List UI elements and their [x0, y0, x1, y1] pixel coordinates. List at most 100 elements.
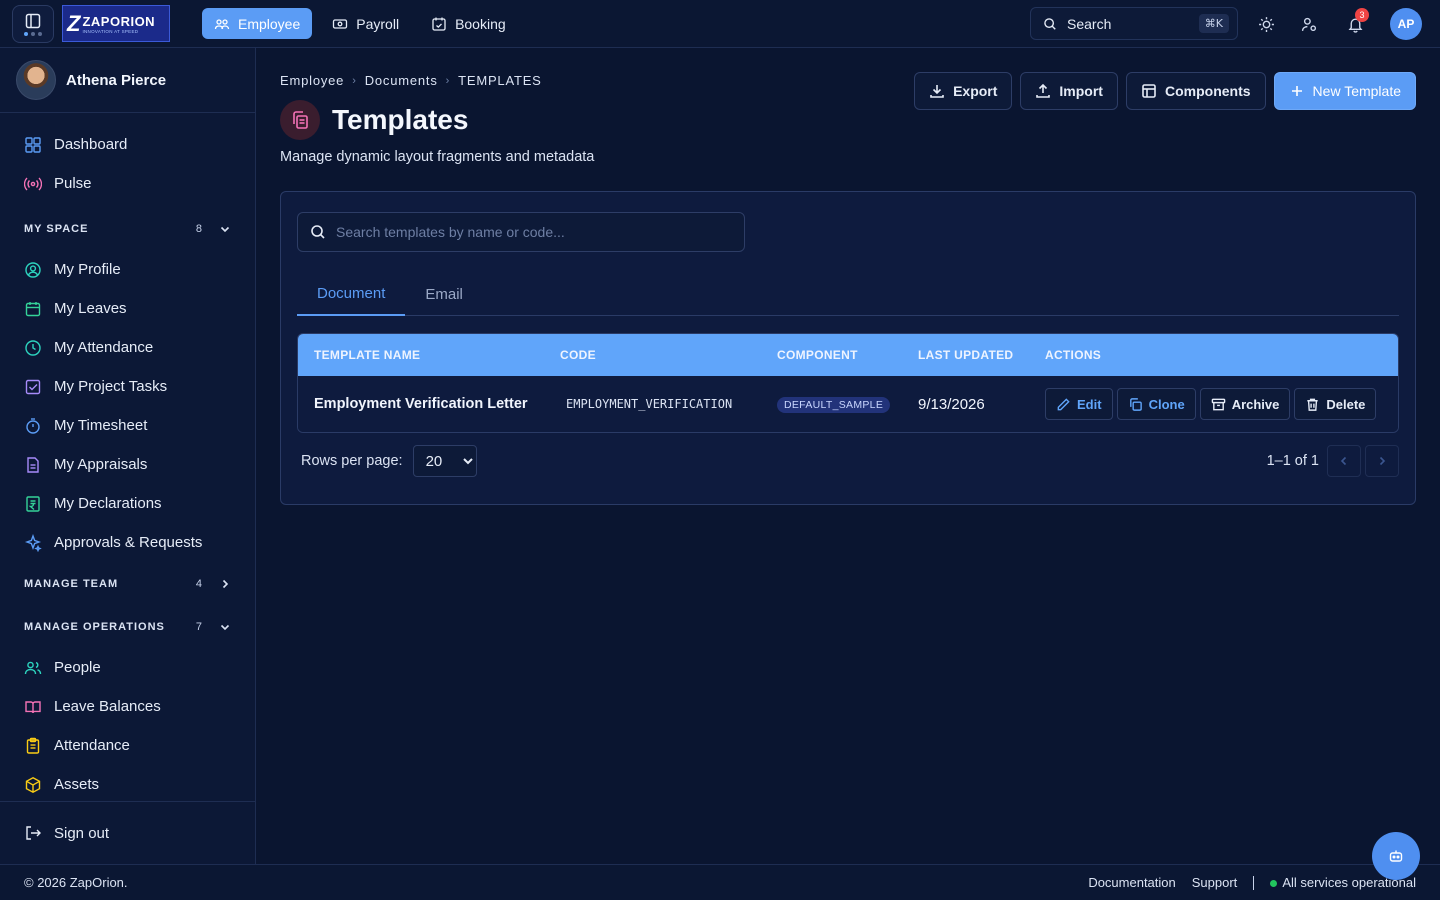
- rows-per-page-select[interactable]: 20: [412, 445, 477, 477]
- search-icon: [1044, 17, 1056, 30]
- section-count: 8: [195, 222, 203, 235]
- export-label: Export: [953, 83, 998, 99]
- sidebar-item-label: Pulse: [54, 175, 92, 192]
- breadcrumb-templates: TEMPLATES: [458, 73, 542, 88]
- sidebar-menu: Dashboard Pulse MY SPACE 8 My Profile My…: [0, 113, 255, 804]
- search-shortcut: ⌘K: [1198, 14, 1229, 33]
- sign-out-button[interactable]: Sign out: [0, 801, 255, 864]
- zaporion-logo[interactable]: Z ZAPORION INNOVATION AT SPEED: [62, 5, 170, 42]
- sidebar-item-leave-balances[interactable]: Leave Balances: [0, 687, 255, 726]
- logo-tagline: INNOVATION AT SPEED: [82, 28, 139, 34]
- delete-button[interactable]: Delete: [1294, 388, 1377, 420]
- sidebar-item-assets[interactable]: Assets: [0, 765, 255, 804]
- status-dot-icon: [1270, 880, 1278, 887]
- user-name: Athena Pierce: [66, 71, 167, 89]
- components-label: Components: [1164, 83, 1251, 99]
- sidebar-item-label: My Attendance: [54, 339, 154, 356]
- template-search[interactable]: [297, 212, 745, 252]
- template-name[interactable]: Employment Verification Letter: [298, 396, 544, 412]
- logo-mark-icon: Z: [67, 10, 81, 36]
- theme-toggle-button[interactable]: [1254, 12, 1278, 36]
- sun-icon: [1258, 16, 1274, 32]
- global-search[interactable]: Search ⌘K: [1030, 7, 1238, 40]
- sidebar-item-my-declarations[interactable]: My Declarations: [0, 484, 255, 523]
- chevron-right-icon: [1379, 456, 1386, 466]
- archive-button[interactable]: Archive: [1199, 388, 1291, 420]
- user-avatar-button[interactable]: AP: [1390, 8, 1422, 40]
- copy-icon: [280, 100, 320, 140]
- edit-button[interactable]: Edit: [1045, 388, 1113, 420]
- user-settings-button[interactable]: [1297, 12, 1321, 36]
- sidebar-item-dashboard[interactable]: Dashboard: [0, 125, 255, 164]
- user-circle-icon: [25, 261, 41, 278]
- pencil-icon: [1057, 397, 1070, 410]
- assistant-bot-button[interactable]: [1372, 832, 1420, 880]
- footer: © 2026 ZapOrion. Documentation Support A…: [0, 864, 1440, 900]
- section-title: MANAGE TEAM: [24, 577, 119, 590]
- timer-icon: [26, 417, 40, 434]
- section-manage-team[interactable]: MANAGE TEAM 4: [0, 562, 255, 605]
- sidebar-item-label: My Timesheet: [54, 417, 148, 434]
- sidebar-item-my-profile[interactable]: My Profile: [0, 250, 255, 289]
- column-header-last-updated[interactable]: LAST UPDATED: [902, 348, 1029, 362]
- sidebar-item-approvals-requests[interactable]: Approvals & Requests: [0, 523, 255, 562]
- sidebar-item-attendance[interactable]: Attendance: [0, 726, 255, 765]
- new-template-button[interactable]: New Template: [1273, 72, 1416, 110]
- pagination: Rows per page: 20 1–1 of 1: [301, 445, 1399, 477]
- support-link[interactable]: Support: [1192, 875, 1238, 890]
- sidebar-item-my-timesheet[interactable]: My Timesheet: [0, 406, 255, 445]
- template-search-input[interactable]: [336, 224, 716, 240]
- sidebar-item-pulse[interactable]: Pulse: [0, 164, 255, 203]
- breadcrumb-documents[interactable]: Documents: [365, 73, 438, 88]
- sidebar-toggle-button[interactable]: [12, 5, 54, 43]
- import-button[interactable]: Import: [1020, 72, 1118, 110]
- section-manage-operations[interactable]: MANAGE OPERATIONS 7: [0, 605, 255, 648]
- module-nav: Employee Payroll Booking: [202, 8, 518, 39]
- footer-links: Documentation Support All services opera…: [1088, 875, 1416, 890]
- checkbox-icon: [25, 379, 41, 394]
- copy-icon: [1129, 397, 1142, 411]
- breadcrumb-separator-icon: ›: [445, 74, 451, 87]
- breadcrumb-employee[interactable]: Employee: [280, 73, 344, 88]
- section-title: MY SPACE: [24, 222, 89, 235]
- previous-page-button[interactable]: [1327, 445, 1361, 477]
- column-header-component[interactable]: COMPONENT: [761, 348, 902, 362]
- export-button[interactable]: Export: [914, 72, 1013, 110]
- bot-icon: [1389, 850, 1403, 862]
- tab-document[interactable]: Document: [297, 272, 406, 316]
- sign-out-label: Sign out: [54, 824, 110, 842]
- documentation-link[interactable]: Documentation: [1088, 875, 1175, 890]
- sidebar-item-label: People: [54, 659, 101, 676]
- sidebar-item-my-attendance[interactable]: My Attendance: [0, 328, 255, 367]
- chevron-right-icon: [222, 579, 229, 588]
- archive-label: Archive: [1231, 396, 1280, 412]
- download-icon: [930, 85, 944, 98]
- logo-brand: ZAPORION: [82, 13, 156, 29]
- nav-tab-payroll[interactable]: Payroll: [320, 8, 411, 39]
- rupee-receipt-icon: [26, 495, 40, 512]
- sidebar-item-my-project-tasks[interactable]: My Project Tasks: [0, 367, 255, 406]
- components-button[interactable]: Components: [1125, 72, 1266, 110]
- sidebar-item-my-leaves[interactable]: My Leaves: [0, 289, 255, 328]
- clone-button[interactable]: Clone: [1116, 388, 1196, 420]
- sidebar-item-my-appraisals[interactable]: My Appraisals: [0, 445, 255, 484]
- user-profile-header[interactable]: Athena Pierce: [0, 48, 255, 113]
- column-header-code[interactable]: CODE: [544, 348, 761, 362]
- page-actions: Export Import Components New Template: [914, 72, 1416, 110]
- nav-tab-employee[interactable]: Employee: [202, 8, 313, 39]
- section-count: 4: [195, 577, 203, 590]
- sidebar: Athena Pierce Dashboard Pulse MY SPACE 8…: [0, 48, 256, 864]
- trash-icon: [1307, 398, 1319, 411]
- sidebar-item-people[interactable]: People: [0, 648, 255, 687]
- users-icon: [24, 661, 42, 674]
- column-header-template-name[interactable]: TEMPLATE NAME: [298, 348, 544, 362]
- next-page-button[interactable]: [1365, 445, 1399, 477]
- sidebar-item-label: Approvals & Requests: [54, 534, 203, 551]
- notifications-button[interactable]: 3: [1343, 8, 1369, 36]
- nav-tab-booking[interactable]: Booking: [419, 8, 518, 39]
- clone-label: Clone: [1148, 396, 1185, 412]
- tab-email[interactable]: Email: [405, 272, 483, 316]
- section-my-space[interactable]: MY SPACE 8: [0, 207, 255, 250]
- top-bar: Z ZAPORION INNOVATION AT SPEED Employee …: [0, 0, 1440, 48]
- sidebar-item-label: My Project Tasks: [54, 378, 168, 395]
